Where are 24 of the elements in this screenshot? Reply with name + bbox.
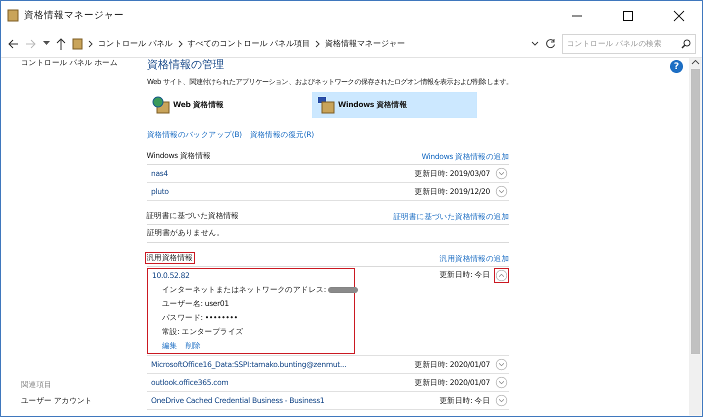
help-icon[interactable]: ? <box>670 60 683 73</box>
chevron-right-icon <box>178 40 183 48</box>
search-icon <box>681 38 691 48</box>
recent-dropdown-icon[interactable] <box>43 41 50 46</box>
refresh-icon[interactable] <box>545 38 556 49</box>
chevron-right-icon <box>88 40 93 48</box>
globe-safe-icon <box>152 96 170 114</box>
breadcrumb-item[interactable]: コントロール パネル <box>98 38 173 49</box>
breadcrumb-item[interactable]: 資格情報マネージャー <box>325 38 406 49</box>
back-arrow-icon[interactable] <box>7 38 19 50</box>
scrollbar[interactable] <box>689 58 702 416</box>
page-heading: 資格情報の管理 <box>147 58 225 72</box>
redacted-bar <box>328 287 358 293</box>
up-arrow-icon[interactable] <box>56 38 66 50</box>
breadcrumb-item[interactable]: すべてのコントロール パネル項目 <box>188 38 310 49</box>
chevron-up-icon[interactable] <box>494 268 509 283</box>
chevron-right-icon <box>315 40 320 48</box>
window-title: 資格情報マネージャー <box>24 9 125 22</box>
app-icon <box>7 9 19 22</box>
scrollbar-thumb[interactable] <box>691 69 700 354</box>
chevron-down-icon[interactable] <box>531 40 539 46</box>
scroll-up-icon[interactable] <box>691 58 700 66</box>
control-panel-icon <box>72 38 83 50</box>
monitor-safe-icon <box>317 96 335 114</box>
